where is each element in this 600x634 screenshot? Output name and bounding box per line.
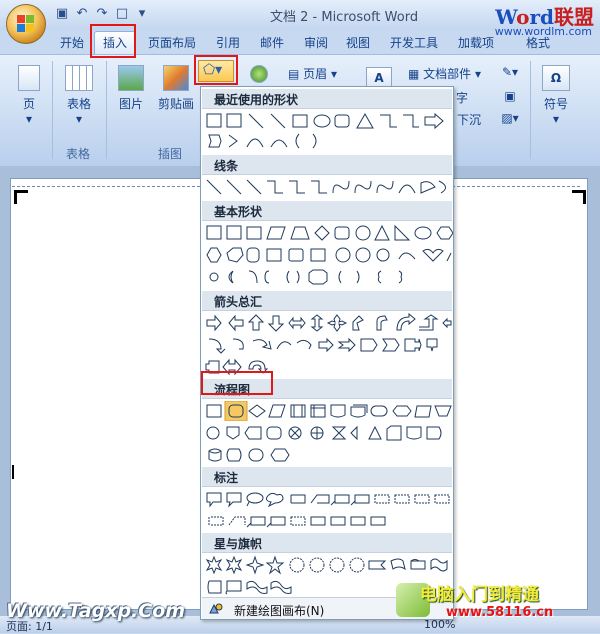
office-button[interactable] [6,4,46,44]
table-icon [65,65,93,91]
tab-view[interactable]: 视图 [346,34,370,51]
window-title: 文档 2 - Microsoft Word [270,10,419,25]
margin-corner-top-left [14,190,28,204]
section-header-arrows: 箭头总汇 [202,291,452,311]
section-header-callouts: 标注 [202,467,452,487]
watermark-left: Www.Tagxp.Com [6,600,186,622]
page-icon [18,65,40,91]
highlight-flowchart-header [201,371,273,395]
object-icon: ▨▾ [501,111,519,125]
save-icon[interactable]: ▣ [54,6,70,22]
watermark-url: www.wordlm.com [494,25,592,38]
wordart-button[interactable]: 字 [452,89,472,106]
chevron-down-icon: ▾ [331,67,338,81]
clipart-icon [163,65,189,91]
tab-home[interactable]: 开始 [60,34,84,51]
watermark-right: 电脑入门到精通 www.58116.cn [420,585,554,620]
section-header-lines: 线条 [202,155,452,175]
shape-row-recent-2[interactable] [205,131,453,151]
picture-button[interactable]: 图片 [114,65,148,112]
highlight-insert-tab [90,24,136,58]
object-button[interactable]: ▨▾ [496,111,524,125]
new-doc-icon[interactable]: □ [114,6,130,22]
section-header-basic: 基本形状 [202,201,452,221]
tab-page-layout[interactable]: 页面布局 [148,34,196,51]
tab-review[interactable]: 审阅 [304,34,328,51]
group-separator [52,61,53,159]
tab-mailings[interactable]: 邮件 [260,34,284,51]
page-button[interactable]: 页 ▾ [14,65,44,126]
shape-row-basic-3[interactable] [205,267,453,287]
shape-row-basic-1[interactable] [205,223,453,243]
customize-icon[interactable]: ▾ [134,6,150,22]
group-label-table: 表格 [66,147,91,161]
shapes-dropdown: 最近使用的形状 线条 基本形状 箭头总汇 流程图 标注 星与旗帜 新建绘图画布(… [200,86,454,620]
group-separator [106,61,107,159]
highlight-shapes-button [194,55,238,85]
chevron-down-icon: ▾ [475,67,482,81]
dropcap-button[interactable]: 下沉 [454,111,484,128]
chevron-down-icon: ▾ [75,112,83,126]
clipart-button[interactable]: 剪贴画 [154,65,198,112]
canvas-icon [208,601,224,617]
shape-row-flowchart-2[interactable] [205,423,453,443]
tab-developer[interactable]: 开发工具 [390,34,438,51]
section-header-recent: 最近使用的形状 [202,89,452,109]
shape-row-arrows-1[interactable] [205,313,453,333]
picture-icon [118,65,144,91]
shape-row-lines[interactable] [205,177,453,197]
chevron-down-icon: ▾ [552,112,560,126]
shape-row-callouts-2[interactable] [205,511,453,531]
docparts-icon: ▦ [408,67,420,81]
signature-button[interactable]: ✎▾ [496,65,524,79]
redo-icon[interactable]: ↷ [94,6,110,22]
signature-icon: ✎▾ [501,65,519,79]
tab-references[interactable]: 引用 [216,34,240,51]
margin-corner-top-right [572,190,586,204]
chevron-down-icon: ▾ [25,112,33,126]
shape-row-recent-1[interactable] [205,111,453,131]
docparts-button[interactable]: ▦ 文档部件 ▾ [408,65,504,82]
group-separator [530,61,531,159]
undo-icon[interactable]: ↶ [74,6,90,22]
datetime-icon: ▣ [504,89,516,103]
text-cursor [12,465,14,479]
shape-row-stars-1[interactable] [205,555,453,575]
shape-row-basic-2[interactable] [205,245,453,265]
header-icon: ▤ [288,67,300,81]
symbol-button[interactable]: Ω 符号 ▾ [538,65,574,126]
office-logo-icon [17,15,35,33]
omega-icon: Ω [542,65,570,91]
smartart-icon [250,65,268,83]
header-button[interactable]: ▤ 页眉 ▾ [288,65,344,82]
tab-addins[interactable]: 加载项 [458,34,494,51]
quick-access-toolbar: ▣ ↶ ↷ □ ▾ [54,6,150,22]
section-header-stars: 星与旗帜 [202,533,452,553]
group-label-illustrations: 插图 [158,147,183,161]
datetime-button[interactable]: ▣ [496,89,524,103]
shape-row-arrows-2[interactable] [205,335,453,355]
shape-row-flowchart-3[interactable] [205,445,453,465]
table-button[interactable]: 表格 ▾ [60,65,98,126]
shape-row-callouts-1[interactable] [205,489,453,509]
smartart-button[interactable] [248,65,270,87]
shape-row-flowchart-1[interactable] [205,401,453,421]
